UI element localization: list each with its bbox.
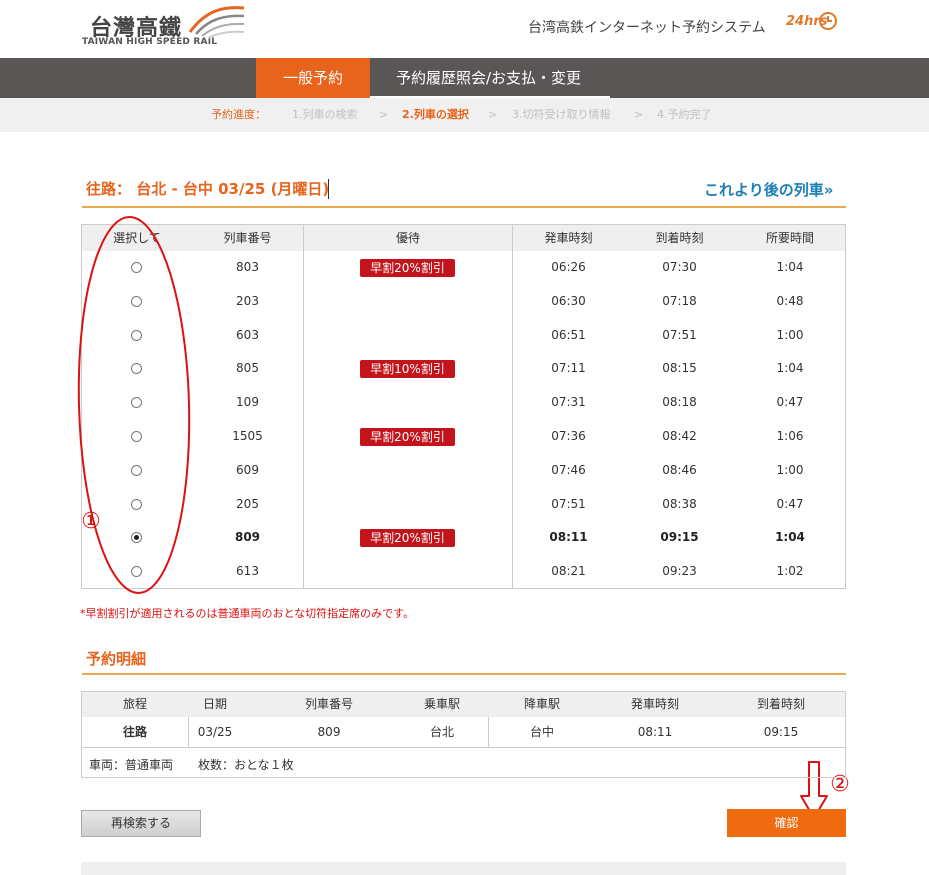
progress-step-3: 3.切符受け取り情報	[512, 108, 611, 121]
train-number: 803	[236, 259, 259, 274]
departure-time: 07:46	[551, 462, 586, 477]
train-number: 609	[236, 462, 259, 477]
text-cursor	[328, 179, 329, 199]
departure-time: 08:11	[549, 530, 588, 545]
arrival-time: 07:18	[662, 293, 697, 308]
train-number: 805	[236, 361, 259, 376]
duration: 1:00	[776, 462, 804, 477]
next-trains-link[interactable]: これより後の列車»	[704, 179, 833, 200]
footer-band	[81, 862, 846, 875]
progress-step-2: 2.列車の選択	[402, 108, 469, 121]
car-type-info: 車両：普通車両	[89, 758, 174, 772]
annotation-marker-1: ①	[81, 509, 101, 534]
discount-note: *早割割引が適用されるのは普通車両のおとな切符指定席のみです。	[80, 607, 415, 620]
confirm-button[interactable]: 確認	[727, 809, 846, 837]
route-divider	[82, 206, 846, 208]
arrival-time: 08:15	[662, 361, 697, 376]
departure-time: 08:21	[551, 564, 586, 579]
research-button[interactable]: 再検索する	[81, 810, 201, 837]
details-col-header: 乗車駅	[423, 697, 460, 711]
tab-general-booking[interactable]: 一般予約	[256, 58, 370, 98]
details-col-header: 発車時刻	[630, 697, 679, 711]
arrival-time: 08:38	[662, 496, 697, 511]
details-cell: 台北	[429, 725, 454, 739]
arrival-time: 07:51	[662, 327, 697, 342]
discount-badge: 早割20%割引	[360, 529, 455, 548]
details-cell: 09:15	[763, 725, 799, 739]
details-row-divider	[82, 747, 845, 748]
progress-bar: 予約進度： 1.列車の検索 > 2.列車の選択 > 3.切符受け取り情報 > 4…	[0, 98, 929, 132]
duration: 1:04	[776, 259, 804, 274]
arrival-time: 08:42	[662, 428, 697, 443]
col-header-discount: 優待	[395, 231, 420, 245]
details-title: 予約明細	[86, 650, 147, 668]
details-col-header: 列車番号	[304, 697, 353, 711]
col-header-arrival: 到着時刻	[655, 231, 704, 245]
departure-time: 06:51	[551, 327, 586, 342]
discount-badge: 早割20%割引	[360, 427, 455, 446]
departure-time: 07:51	[551, 496, 586, 511]
progress-label: 予約進度：	[211, 108, 266, 121]
details-col-header: 到着時刻	[756, 697, 805, 711]
duration: 0:48	[776, 293, 804, 308]
ticket-count-info: 枚数：おとな１枚	[198, 758, 294, 772]
train-number: 109	[236, 395, 259, 410]
system-title: 台湾高鉄インターネット予約システム	[528, 20, 766, 36]
train-number: 603	[236, 327, 259, 342]
details-col-header: 日期	[202, 697, 227, 711]
col-header-departure: 発車時刻	[544, 231, 593, 245]
annotation-oval	[77, 216, 191, 594]
departure-time: 07:31	[551, 395, 586, 410]
col-header-train: 列車番号	[223, 231, 272, 245]
progress-separator: >	[634, 108, 644, 121]
details-col-header: 降車駅	[523, 697, 560, 711]
departure-time: 07:36	[551, 428, 586, 443]
departure-time: 06:30	[551, 293, 586, 308]
duration: 0:47	[776, 496, 804, 511]
arrival-time: 07:30	[662, 259, 697, 274]
discount-badge: 早割10%割引	[360, 360, 455, 379]
progress-step-4: 4.予約完了	[657, 108, 712, 121]
details-cell: 08:11	[637, 725, 673, 739]
duration: 1:04	[775, 530, 805, 545]
arrival-time: 09:23	[662, 564, 697, 579]
arrival-time: 09:15	[660, 530, 699, 545]
col-header-duration: 所要時間	[765, 231, 814, 245]
duration: 1:04	[776, 361, 804, 376]
progress-separator: >	[379, 108, 389, 121]
train-number: 809	[234, 530, 261, 545]
train-number: 1505	[232, 428, 263, 443]
tab-booking-history[interactable]: 予約履歴照会/お支払・変更	[396, 58, 581, 98]
logo-wing-icon	[188, 6, 245, 39]
duration: 1:00	[776, 327, 804, 342]
discount-badge: 早割20%割引	[360, 258, 455, 277]
progress-step-1: 1.列車の検索	[292, 108, 358, 121]
train-number: 205	[236, 496, 259, 511]
details-divider-vertical	[188, 717, 189, 748]
duration: 0:47	[776, 395, 804, 410]
details-divider-vertical	[488, 717, 489, 748]
arrival-time: 08:18	[662, 395, 697, 410]
duration: 1:06	[776, 428, 804, 443]
departure-time: 07:11	[551, 361, 586, 376]
train-number: 613	[236, 564, 259, 579]
duration: 1:02	[776, 564, 804, 579]
clock-icon	[819, 12, 837, 30]
arrival-time: 08:46	[662, 462, 697, 477]
details-cell: 809	[317, 725, 341, 739]
col-divider	[303, 225, 304, 588]
details-cell: 台中	[529, 725, 554, 739]
departure-time: 06:26	[551, 259, 586, 274]
train-number: 203	[236, 293, 259, 308]
details-divider	[82, 673, 846, 675]
progress-separator: >	[488, 108, 498, 121]
route-title: 往路： 台北 - 台中 03/25 (月曜日)	[86, 180, 330, 198]
details-cell: 03/25	[197, 725, 233, 739]
